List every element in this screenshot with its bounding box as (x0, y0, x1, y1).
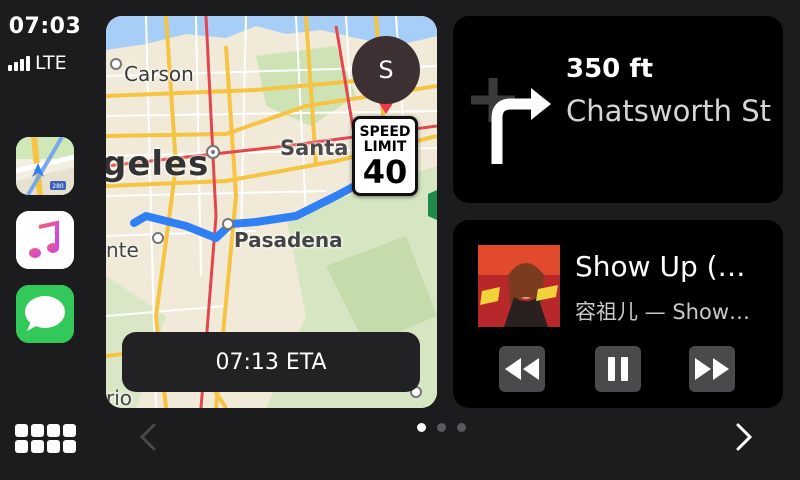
song-artist: 容祖儿 — Show… (575, 300, 751, 324)
page-dot[interactable] (457, 423, 466, 432)
fast-forward-icon (695, 358, 729, 380)
rewind-icon (505, 358, 539, 380)
map-card[interactable]: Carson Santa geles Pasadena nte rio S SP… (106, 16, 437, 408)
map-label-carson: Carson (124, 62, 194, 86)
dashboard: Carson Santa geles Pasadena nte rio S SP… (90, 0, 800, 480)
map-label-nte: nte (106, 238, 139, 262)
messages-icon[interactable] (16, 285, 74, 343)
map-label-angeles: geles (106, 144, 210, 184)
pause-icon (608, 357, 628, 381)
music-icon[interactable] (16, 211, 74, 269)
turn-right-arrow-icon (471, 78, 551, 164)
directions-card[interactable]: 350 ft Chatsworth St (453, 16, 783, 203)
previous-page-chevron-icon[interactable] (138, 422, 158, 452)
map-label-santa: Santa (280, 136, 349, 160)
next-page-chevron-icon[interactable] (734, 422, 754, 452)
cellular-status: LTE (8, 52, 67, 74)
carplay-sidebar: 07:03 LTE 280 (0, 0, 90, 480)
rewind-button[interactable] (499, 346, 545, 392)
destination-avatar[interactable]: S (352, 36, 420, 104)
fast-forward-button[interactable] (689, 346, 735, 392)
speed-limit-sign: SPEED LIMIT 40 (352, 116, 418, 196)
speed-limit-label-1: SPEED (359, 124, 411, 140)
clock: 07:03 (8, 14, 82, 39)
page-dot[interactable] (437, 423, 446, 432)
page-indicator (417, 423, 466, 432)
eta-button[interactable]: 07:13 ETA (122, 332, 420, 392)
turn-distance: 350 ft (566, 54, 654, 84)
now-playing-card[interactable]: Show Up (… 容祖儿 — Show… (453, 220, 783, 408)
network-type: LTE (35, 52, 67, 74)
turn-street-name: Chatsworth St (566, 94, 772, 128)
speed-limit-value: 40 (362, 153, 408, 191)
grid-icon[interactable] (15, 424, 76, 453)
svg-text:280: 280 (52, 183, 64, 190)
map-label-pasadena: Pasadena (234, 228, 343, 252)
signal-bars-icon (8, 55, 30, 71)
maps-icon[interactable]: 280 (16, 137, 74, 195)
page-dot[interactable] (417, 423, 426, 432)
album-art (478, 245, 560, 327)
song-title: Show Up (… (575, 250, 746, 283)
pause-button[interactable] (595, 346, 641, 392)
